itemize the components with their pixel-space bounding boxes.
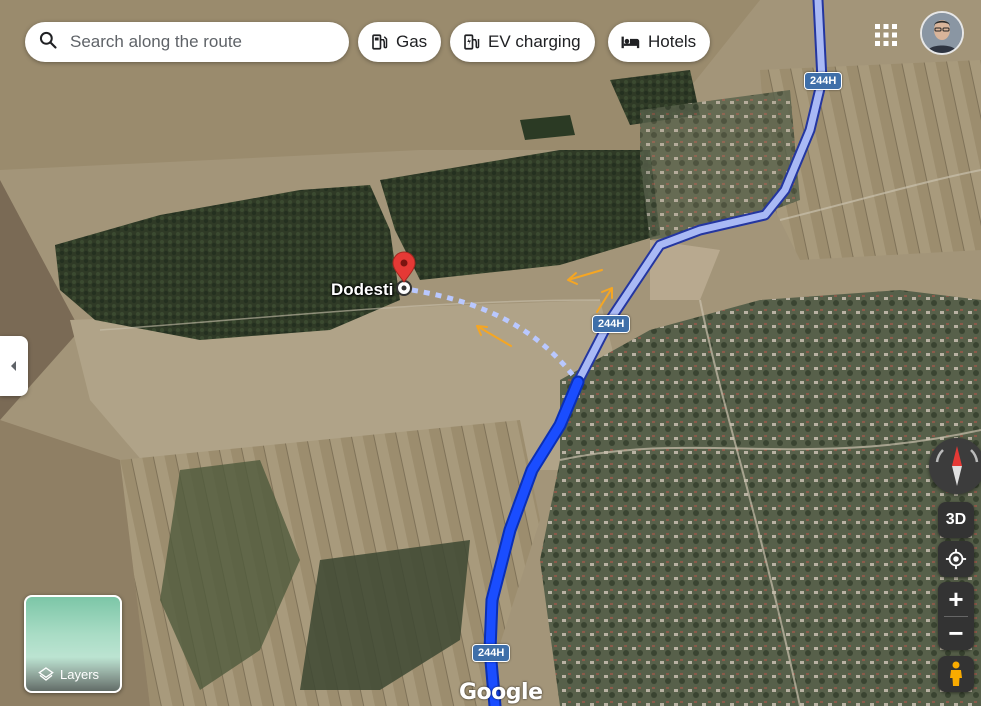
road-shield: 244H [472,644,511,662]
search-input[interactable] [68,31,332,53]
google-apps-button[interactable] [874,23,898,47]
zoom-out-button[interactable]: − [938,616,974,650]
zoom-in-button[interactable]: + [938,582,974,616]
3d-view-button[interactable]: 3D [938,502,974,538]
google-logo: Google [459,680,543,705]
my-location-button[interactable] [938,541,974,577]
compass-button[interactable] [929,438,981,494]
ev-charging-chip[interactable]: EV charging [450,22,595,62]
search-icon [38,30,58,55]
gas-station-icon [370,33,388,51]
layers-icon [38,667,54,681]
hotels-chip[interactable]: Hotels [608,22,711,62]
hotels-chip-label: Hotels [648,32,697,51]
layers-button[interactable]: Layers [24,595,122,693]
satellite-map[interactable]: Dodesti 244H 244H 244H Google [0,0,981,706]
apps-grid-icon [875,24,897,46]
collapse-side-panel-button[interactable] [0,336,28,396]
gas-chip[interactable]: Gas [358,22,442,62]
pegman-icon [950,661,962,686]
account-avatar[interactable] [922,13,962,53]
layers-label: Layers [60,666,100,682]
road-shield: 244H [804,72,843,90]
crosshair-location-icon [945,548,967,570]
ev-charging-icon [462,33,480,51]
compass-icon [935,446,979,486]
zoom-controls: + − [938,582,974,650]
profile-photo-icon [922,13,962,53]
map-imagery [0,0,981,706]
hotel-bed-icon [620,33,640,51]
gas-chip-label: Gas [396,32,428,51]
chevron-left-icon [11,361,16,371]
street-view-pegman[interactable] [938,656,974,692]
road-shield: 244H [592,315,631,333]
ev-charging-chip-label: EV charging [488,32,581,51]
search-along-route-box[interactable] [25,22,349,62]
place-label-dodesti[interactable]: Dodesti [331,280,393,300]
